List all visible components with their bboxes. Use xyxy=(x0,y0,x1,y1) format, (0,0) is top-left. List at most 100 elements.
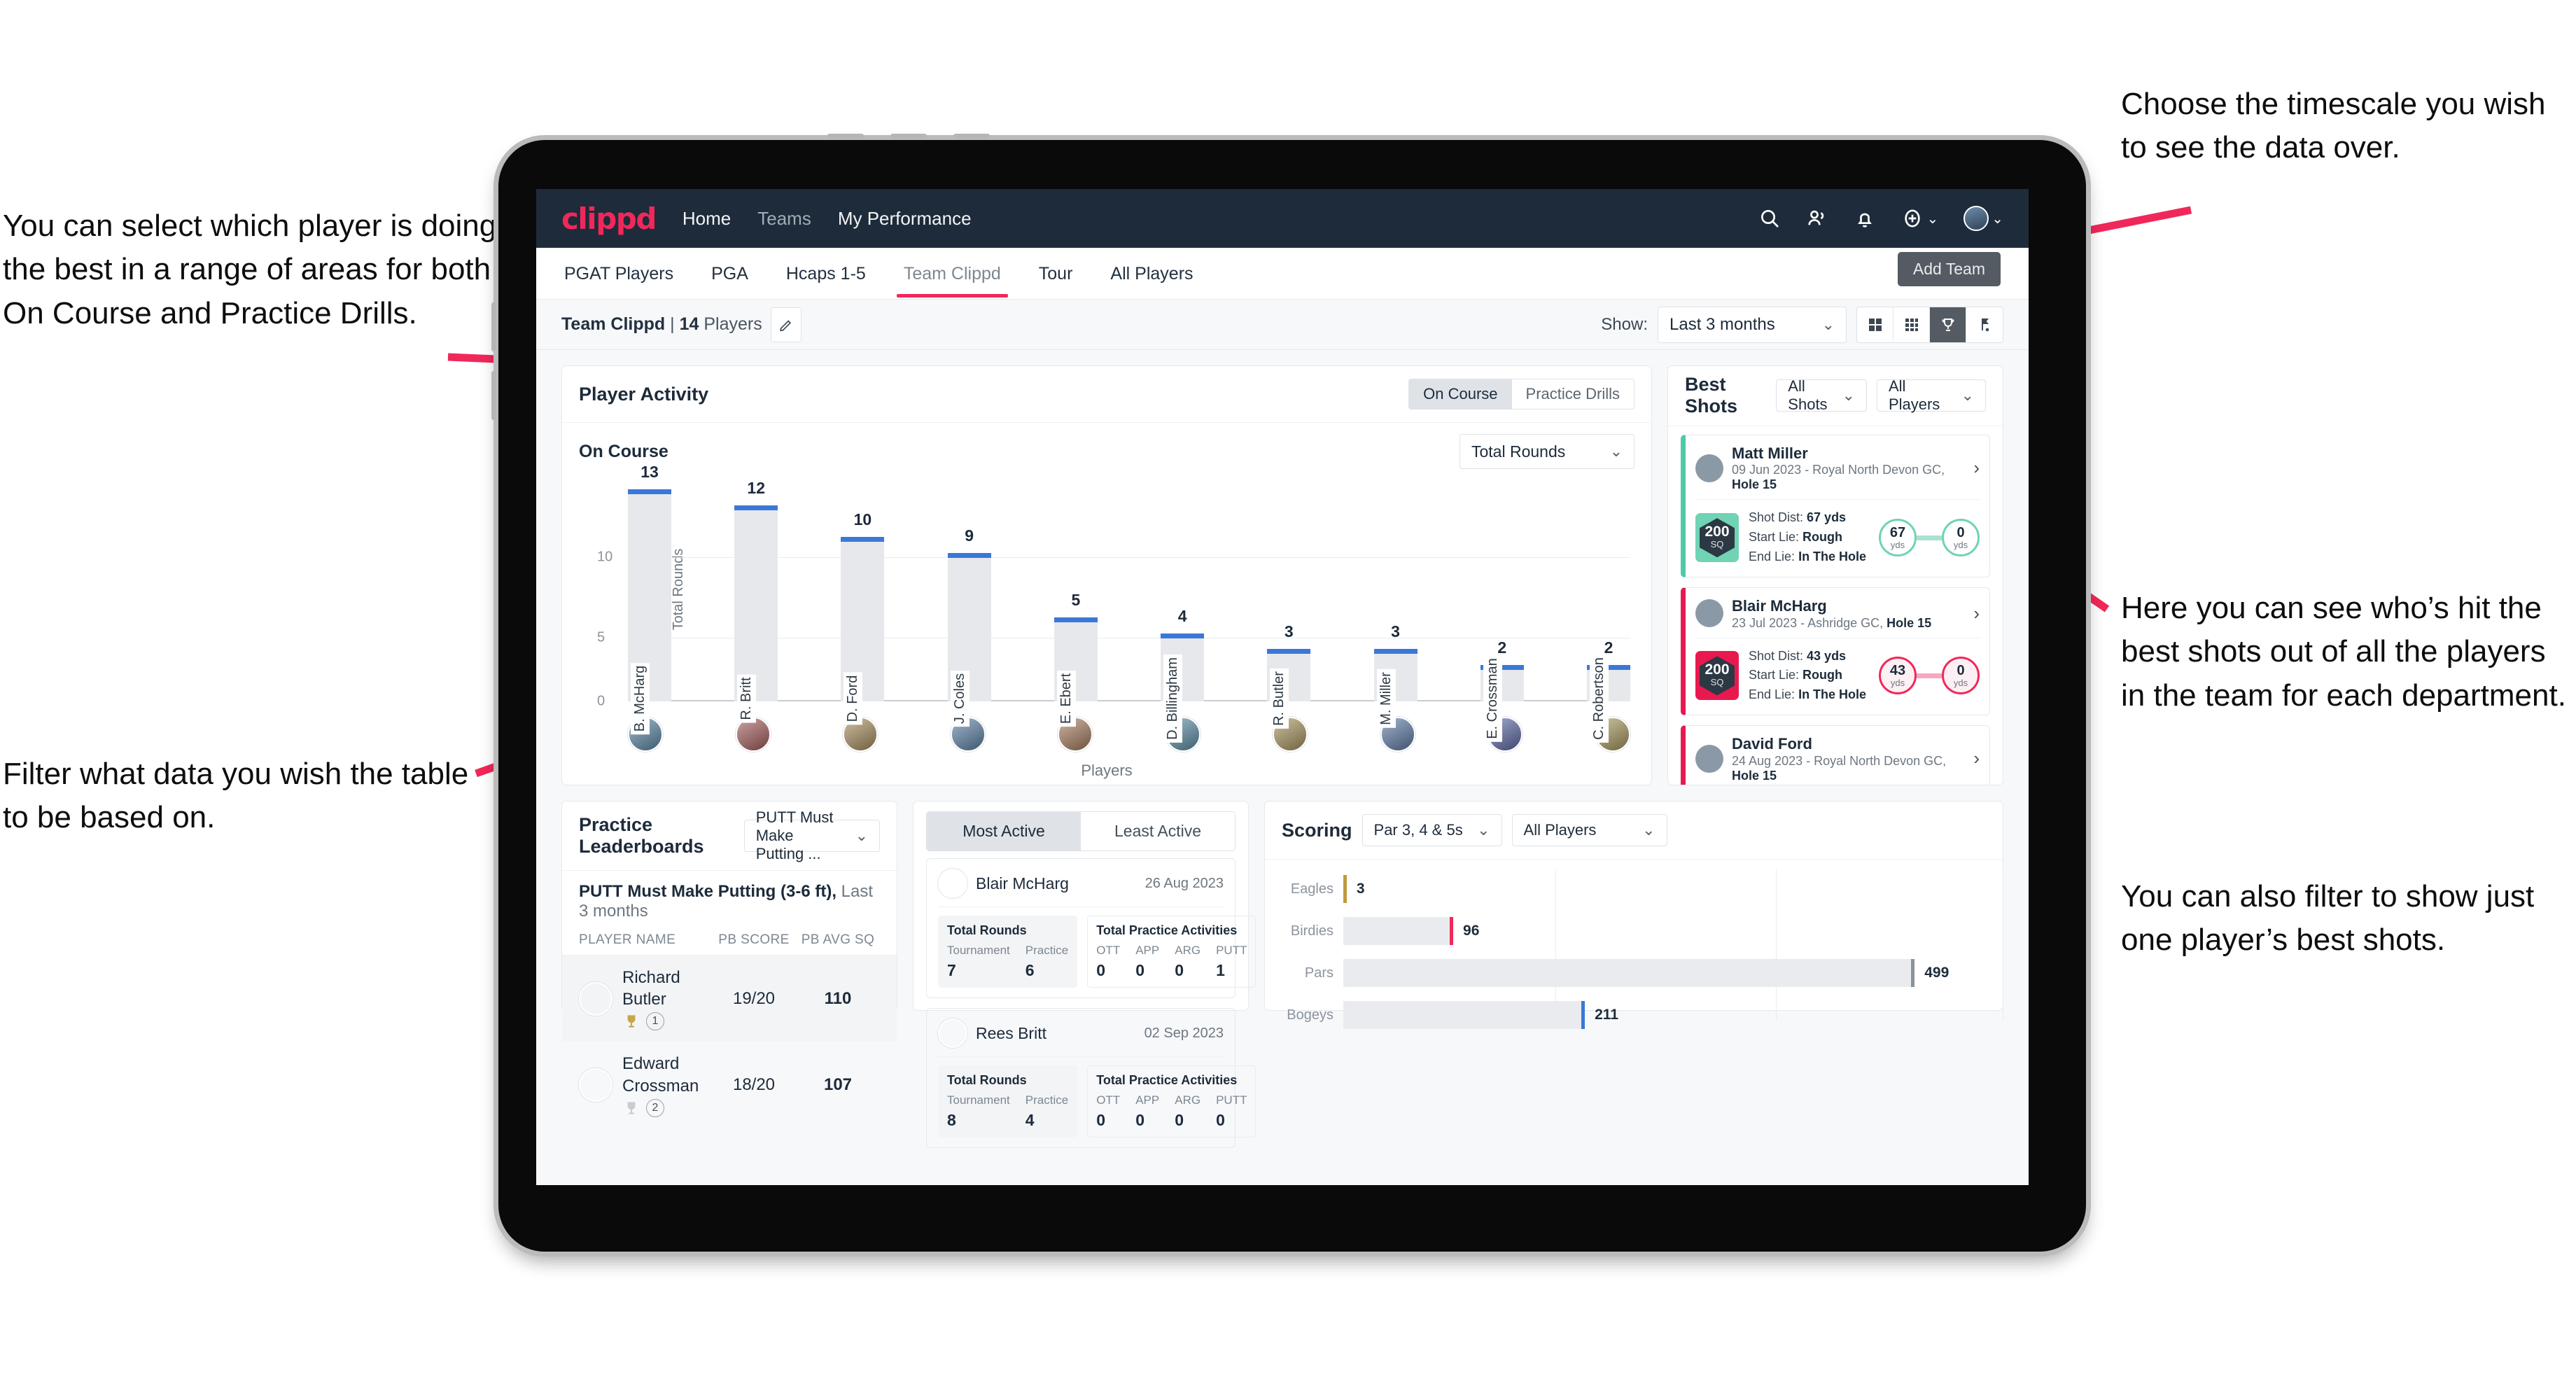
people-icon[interactable] xyxy=(1806,207,1828,230)
bar-label: C. Robertson xyxy=(1589,654,1609,743)
plus-circle-icon[interactable]: ⌄ xyxy=(1901,207,1938,230)
total-practice-values: OTT 0 APP 0 ARG 0 PUTT 1 xyxy=(1096,944,1247,979)
shots-filter-select[interactable]: All Shots ⌄ xyxy=(1776,377,1867,413)
tab-most-active[interactable]: Most Active xyxy=(927,812,1081,850)
end-lie-line: End Lie: In The Hole xyxy=(1749,550,1867,564)
chevron-down-icon: ⌄ xyxy=(1961,386,1974,405)
total-rounds-values: Tournament 8 Practice 4 xyxy=(947,1093,1069,1129)
total-practice-box: Total Practice Activities OTT 0 APP 0 ARG 0 PUT… xyxy=(1087,1065,1256,1138)
scoring-players-select[interactable]: All Players ⌄ xyxy=(1511,814,1667,846)
tab-tour[interactable]: Tour xyxy=(1036,250,1076,297)
bar-j-coles[interactable]: 9 J. Coles xyxy=(947,526,991,727)
bar-m-miller[interactable]: 3 M. Miller xyxy=(1373,622,1418,728)
shot-start-distance: 43 yds xyxy=(1879,657,1917,695)
practice-leaderboards-title: Practice Leaderboards xyxy=(579,814,704,857)
user-avatar[interactable]: ⌄ xyxy=(1963,206,2003,231)
activity-player-card[interactable]: Blair McHarg 26 Aug 2023 Total Rounds Tourn… xyxy=(926,858,1256,998)
segment-practice-drills[interactable]: Practice Drills xyxy=(1511,379,1634,409)
timescale-select[interactable]: Last 3 months ⌄ xyxy=(1658,306,1847,343)
par-filter-select[interactable]: Par 3, 4 & 5s ⌄ xyxy=(1362,814,1502,846)
bar-label: J. Coles xyxy=(950,670,969,727)
scoring-title: Scoring xyxy=(1282,819,1352,841)
chevron-right-icon[interactable]: › xyxy=(1973,457,1980,479)
bar-label: E. Crossman xyxy=(1483,655,1502,742)
team-name: Team Clippd xyxy=(561,314,666,334)
player-count: 14 xyxy=(679,314,699,334)
bar-d-billingham[interactable]: 4 D. Billingham xyxy=(1161,607,1205,743)
bar-value: 5 xyxy=(1071,590,1081,609)
tab-pga[interactable]: PGA xyxy=(708,250,751,297)
shot-quality-badge: 200 SQ xyxy=(1695,651,1739,701)
trophy-icon[interactable] xyxy=(1930,307,1966,342)
best-shot-card[interactable]: Matt Miller 09 Jun 2023 - Royal North Dev… xyxy=(1681,434,1990,578)
segment-on-course[interactable]: On Course xyxy=(1409,379,1512,409)
best-shot-identity: Matt Miller 09 Jun 2023 - Royal North Dev… xyxy=(1732,444,1965,493)
scoring-category: Bogeys xyxy=(1287,1007,1334,1023)
chevron-right-icon[interactable]: › xyxy=(1973,603,1980,624)
activity-player-card[interactable]: Rees Britt 02 Sep 2023 Total Rounds Tournam… xyxy=(926,1008,1256,1148)
bar-label: R. Britt xyxy=(737,674,757,723)
view-mode-toggle xyxy=(1856,306,2003,343)
pencil-icon[interactable] xyxy=(770,307,802,342)
total-practice-values: OTT 0 APP 0 ARG 0 PUTT 0 xyxy=(1096,1093,1247,1129)
clippd-logo[interactable]: clippd xyxy=(561,202,657,236)
scoring-value: 211 xyxy=(1595,1007,1619,1023)
bar-value: 3 xyxy=(1391,622,1400,641)
activity-date: 26 Aug 2023 xyxy=(1144,875,1224,891)
player-name: David Ford xyxy=(1732,735,1812,753)
grid-large-icon[interactable] xyxy=(1857,307,1893,342)
bar-b-mcharg[interactable]: 13 B. McHarg xyxy=(628,463,671,735)
bar-e-ebert[interactable]: 5 E. Ebert xyxy=(1054,591,1098,727)
bar-label: D. Ford xyxy=(844,672,863,725)
on-course-label: On Course xyxy=(579,441,668,461)
start-lie-line: Start Lie: Rough xyxy=(1749,668,1843,682)
activity-date: 02 Sep 2023 xyxy=(1144,1025,1224,1041)
separator: | xyxy=(670,314,675,334)
scoring-chart: Eagles 3 Birdies 96 Pars 499 Bogeys 211 xyxy=(1265,860,2003,1029)
shot-meta: 23 Jul 2023 - Ashridge GC, Hole 15 xyxy=(1732,615,1932,630)
bar-e-crossman[interactable]: 2 E. Crossman xyxy=(1480,638,1524,742)
players-filter-select[interactable]: All Players ⌄ xyxy=(1876,377,1986,413)
chevron-right-icon[interactable]: › xyxy=(1973,748,1980,769)
bar-d-ford[interactable]: 10 D. Ford xyxy=(841,510,885,725)
bell-icon[interactable] xyxy=(1854,207,1876,230)
players-word: Players xyxy=(704,314,762,334)
player-name: Blair McHarg xyxy=(976,874,1069,892)
best-shot-card[interactable]: Blair McHarg 23 Jul 2023 - Ashridge GC, H… xyxy=(1681,587,1990,716)
nav-link-home[interactable]: Home xyxy=(682,208,731,230)
bar-r-butler[interactable]: 3 R. Butler xyxy=(1267,622,1311,729)
best-shot-identity: Blair McHarg 23 Jul 2023 - Ashridge GC, H… xyxy=(1732,596,1931,631)
tab-pgat-players[interactable]: PGAT Players xyxy=(561,250,676,297)
nav-link-teams[interactable]: Teams xyxy=(757,208,811,230)
best-shot-header: Matt Miller 09 Jun 2023 - Royal North Dev… xyxy=(1695,444,1980,493)
table-row[interactable]: Edward Crossman 2 18/20 107 xyxy=(562,1042,897,1128)
tab-all-players[interactable]: All Players xyxy=(1107,250,1196,297)
nav-link-my-performance[interactable]: My Performance xyxy=(838,208,972,230)
navbar-actions: ⌄ ⌄ xyxy=(1758,206,2003,231)
drill-select[interactable]: PUTT Must Make Putting ... ⌄ xyxy=(743,808,880,862)
flag-icon[interactable] xyxy=(1966,307,2003,342)
bar-cap xyxy=(1267,649,1311,654)
bar-cap xyxy=(628,489,671,494)
shot-quality-badge: 200 SQ xyxy=(1695,513,1739,563)
metric-select[interactable]: Total Rounds ⌄ xyxy=(1460,434,1634,469)
scoring-category: Eagles xyxy=(1290,881,1334,897)
pb-score: 18/20 xyxy=(732,1075,776,1095)
player-avatar xyxy=(579,981,612,1016)
device-button-power xyxy=(953,134,990,139)
start-lie-line: Start Lie: Rough xyxy=(1749,530,1843,545)
bar-cap xyxy=(1373,649,1418,654)
tab-hcaps-1-5[interactable]: Hcaps 1-5 xyxy=(783,250,869,297)
tab-team-clippd[interactable]: Team Clippd xyxy=(896,250,1008,298)
bar-r-britt[interactable]: 12 R. Britt xyxy=(734,479,778,723)
column-pb-score: PB SCORE xyxy=(718,932,790,947)
bar-label: R. Butler xyxy=(1270,668,1289,729)
table-row[interactable]: Richard Butler 1 19/20 110 xyxy=(562,955,897,1042)
scoring-value: 499 xyxy=(1924,965,1949,981)
best-shot-card[interactable]: David Ford 24 Aug 2023 - Royal North Devo… xyxy=(1681,725,1990,785)
shot-meta: 09 Jun 2023 - Royal North Devon GC, Hole… xyxy=(1732,463,1945,492)
bar-c-robertson[interactable]: 2 C. Robertson xyxy=(1586,638,1630,743)
tab-least-active[interactable]: Least Active xyxy=(1081,812,1235,850)
search-icon[interactable] xyxy=(1758,207,1781,230)
grid-small-icon[interactable] xyxy=(1893,307,1930,342)
